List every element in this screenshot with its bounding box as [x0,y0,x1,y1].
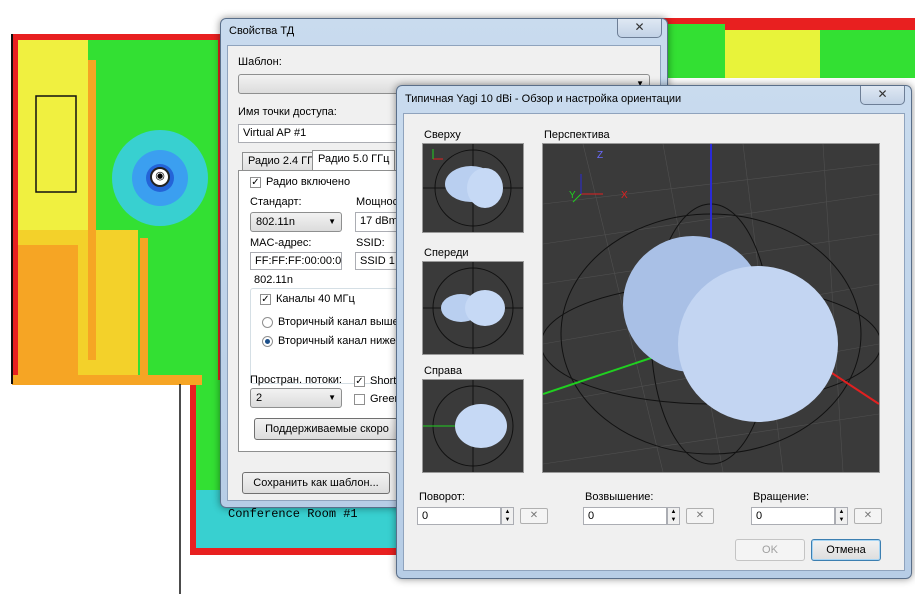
view-front-graphic [423,262,523,354]
group-80211n-title: 802.11n [254,274,293,286]
spin-label: Вращение: [753,491,810,503]
close-icon[interactable]: ✕ [617,19,662,38]
close-icon[interactable]: ✕ [860,86,905,105]
streams-select[interactable]: 2 ▼ [250,388,342,408]
elevation-clear-button[interactable]: ✕ [686,508,714,524]
view-top-graphic [423,144,523,232]
standard-select[interactable]: 802.11n ▼ [250,212,342,232]
channels40-checkbox[interactable]: ✓ [260,294,271,305]
view-front-label: Спереди [424,247,469,259]
standard-label: Стандарт: [250,196,302,208]
view-top-label: Сверху [424,129,461,141]
spin-clear-button[interactable]: ✕ [854,508,882,524]
greenfield-checkbox[interactable] [354,394,365,405]
template-label: Шаблон: [238,56,282,68]
tab-radio-5-0[interactable]: Радио 5.0 ГГц [312,150,396,170]
short-gi-checkbox[interactable]: ✓ [354,376,365,387]
cancel-button[interactable]: Отмена [811,539,881,561]
ap-properties-title: Свойства ТД [229,25,295,37]
secondary-below-radio[interactable] [262,336,273,347]
elevation-input[interactable]: 0 [583,507,667,525]
ap-name-input[interactable]: Virtual AP #1 [238,124,398,143]
view-front[interactable] [422,261,524,355]
rotation-label: Поворот: [419,491,465,503]
room-label: Conference Room #1 [228,507,358,521]
ap-name-label: Имя точки доступа: [238,106,337,118]
perspective-graphic: Z Y X [540,143,882,473]
elevation-spinner[interactable]: ▲ ▼ [667,507,680,525]
axis-y-label: Y [569,190,576,201]
ssid-input[interactable]: SSID 1 [355,252,400,270]
ssid-label: SSID: [356,237,385,249]
access-point-icon[interactable]: ◉ [150,167,170,187]
rotation-clear-button[interactable]: ✕ [520,508,548,524]
view-top[interactable] [422,143,524,233]
rotation-spinner[interactable]: ▲ ▼ [501,507,514,525]
short-gi-label: Short [370,375,397,387]
mac-input[interactable]: FF:FF:FF:00:00:09 [250,252,342,270]
secondary-above-label: Вторичный канал выше [278,316,399,328]
yagi-title: Типичная Yagi 10 dBi - Обзор и настройка… [405,93,682,105]
view-right-label: Справа [424,365,462,377]
mac-label: MAC-адрес: [250,237,312,249]
ok-button[interactable]: OK [735,539,805,561]
supported-rates-button[interactable]: Поддерживаемые скоро [254,418,400,440]
save-template-button[interactable]: Сохранить как шаблон... [242,472,390,494]
streams-label: Простран. потоки: [250,374,342,386]
chevron-down-icon: ▼ [328,393,336,402]
power-label: Мощнос [356,196,399,208]
secondary-below-label: Вторичный канал ниже [278,335,396,347]
view-perspective[interactable]: Z Y X [540,143,882,473]
view-right[interactable] [422,379,524,473]
power-select[interactable]: 17 dBm / [355,212,400,232]
axis-x-label: X [621,190,628,201]
axis-z-label: Z [597,150,603,161]
spin-input[interactable]: 0 [751,507,835,525]
rotation-input[interactable]: 0 [417,507,501,525]
view-perspective-label: Перспектива [544,129,610,141]
spin-spinner[interactable]: ▲ ▼ [835,507,848,525]
chevron-down-icon: ▼ [328,217,336,226]
view-right-graphic [423,380,514,472]
yagi-client: Сверху Спереди Справа Перспектива Z Y X … [403,113,905,571]
radio-enabled-checkbox[interactable]: ✓ [250,177,261,188]
yagi-orientation-window: Типичная Yagi 10 dBi - Обзор и настройка… [396,85,912,579]
channels40-label: Каналы 40 МГц [276,293,355,305]
radio-enabled-label: Радио включено [266,176,351,188]
elevation-label: Возвышение: [585,491,654,503]
secondary-above-radio[interactable] [262,317,273,328]
